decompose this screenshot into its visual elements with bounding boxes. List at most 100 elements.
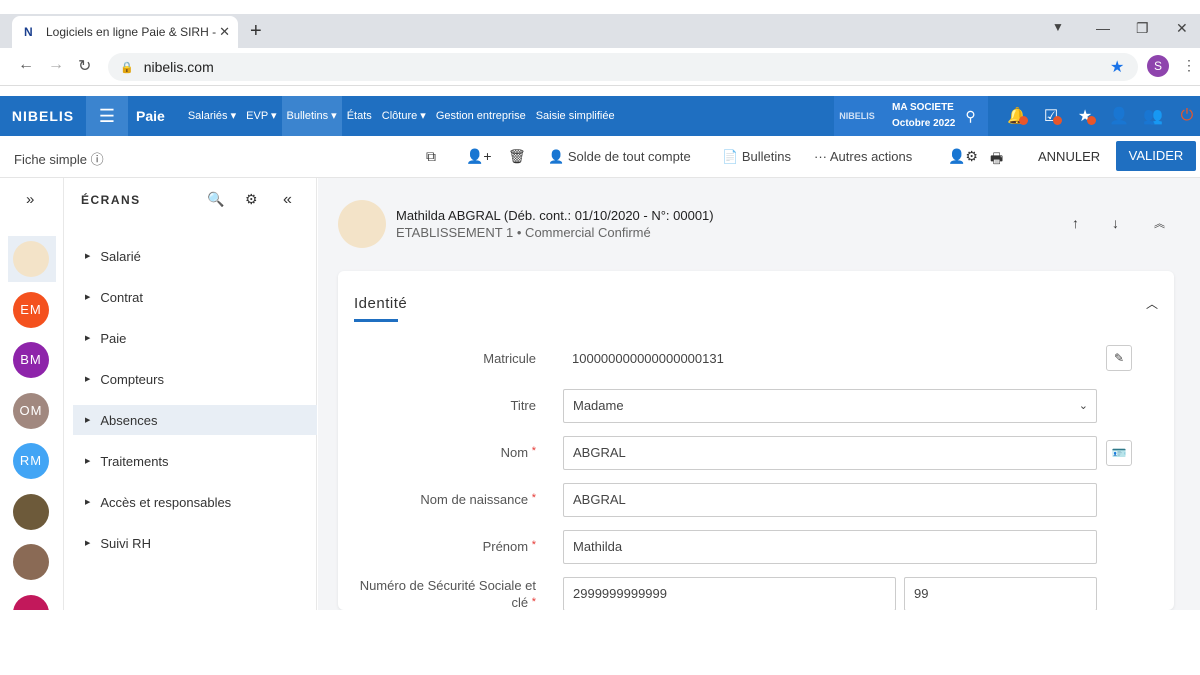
valider-button[interactable]: VALIDER (1116, 141, 1196, 171)
menu-gestion-entreprise[interactable]: Gestion entreprise (431, 96, 531, 136)
profile-dropdown-icon[interactable]: ▼ (1052, 20, 1064, 34)
period: Octobre 2022 (892, 118, 956, 129)
matricule-label: Matricule (483, 351, 536, 366)
caret-icon: ▶ (85, 294, 91, 301)
bookmark-star-icon[interactable]: ★ (1110, 57, 1124, 77)
users-icon[interactable]: 👥 (1136, 106, 1170, 126)
matricule-value: 100000000000000000131 (572, 351, 724, 366)
bulletins-button[interactable]: 📄 Bulletins (722, 149, 791, 165)
screen-compteurs[interactable]: ▶ Compteurs (73, 364, 317, 394)
user-settings-icon[interactable]: 👤⚙ (948, 148, 978, 165)
browser-menu-icon[interactable]: ⋮ (1182, 57, 1196, 74)
screen-absences[interactable]: ▶ Absences (73, 405, 317, 435)
favorites-icon[interactable]: ★ (1068, 106, 1102, 126)
nibelis-logo[interactable]: NIBELIS (0, 108, 86, 124)
address-bar-row: ← → ↻ 🔒 nibelis.com ★ ⋮ (0, 48, 1200, 86)
nss-key-field[interactable]: 99 (904, 577, 1097, 611)
add-person-icon[interactable]: 👤+ (466, 148, 492, 165)
fiche-simple-label[interactable]: Fiche simple ⓘ (14, 149, 104, 168)
forward-icon[interactable]: → (48, 56, 64, 74)
avatar-photo-2[interactable] (13, 544, 49, 580)
screen-traitements[interactable]: ▶ Traitements (73, 446, 317, 476)
back-icon[interactable]: ← (18, 56, 34, 74)
notifications-icon[interactable]: 🔔 (1000, 106, 1034, 126)
browser-tab-strip: N Logiciels en ligne Paie & SIRH - N ✕ +… (0, 14, 1200, 48)
duplicate-icon[interactable]: ⧉ (426, 148, 436, 165)
caret-icon: ▶ (85, 458, 91, 465)
restore-icon[interactable]: ❐ (1136, 20, 1149, 37)
id-card-icon[interactable]: 🪪 (1106, 440, 1132, 466)
solde-tout-compte-button[interactable]: 👤 Solde de tout compte (548, 149, 691, 165)
profile-avatar[interactable]: S (1147, 55, 1169, 77)
nss-label: Numéro de Sécurité Sociale et clé * (359, 578, 536, 610)
gear-icon[interactable]: ⚙ (245, 191, 258, 208)
employee-avatar (338, 200, 386, 248)
avatar-mathilda[interactable] (13, 241, 49, 277)
hamburger-menu-icon[interactable]: ☰ (86, 96, 128, 136)
caret-icon: ▶ (85, 499, 91, 506)
new-tab-icon[interactable]: + (250, 20, 262, 43)
nom-naissance-field[interactable]: ABGRAL (563, 483, 1097, 517)
minimize-icon[interactable]: — (1096, 20, 1110, 36)
chevron-up-icon[interactable]: ︿ (1146, 295, 1158, 312)
caret-icon: ▶ (85, 253, 91, 260)
print-icon[interactable]: 🖶 (990, 148, 1003, 172)
employee-name: Mathilda ABGRAL (Déb. cont.: 01/10/2020 … (396, 208, 714, 223)
screen-acces-responsables[interactable]: ▶ Accès et responsables (73, 487, 317, 517)
screens-panel: ÉCRANS 🔍 ⚙ « ▶ Salarié ▶ Contrat ▶ Paie ▶ Co… (65, 178, 317, 610)
menu-salaries[interactable]: Salariés ▾ (183, 96, 241, 136)
prenom-field[interactable]: Mathilda (563, 530, 1097, 564)
collapse-all-icon[interactable]: ︽ (1154, 215, 1165, 231)
avatar-bm[interactable]: BM (13, 342, 49, 378)
menu-cloture[interactable]: Clôture ▾ (377, 96, 431, 136)
nss-field[interactable]: 2999999999999 (563, 577, 896, 611)
menu-bulletins[interactable]: Bulletins ▾ (281, 96, 342, 136)
close-window-icon[interactable]: ✕ (1176, 20, 1188, 37)
caret-icon: ▶ (85, 376, 91, 383)
reload-icon[interactable]: ↻ (78, 56, 91, 76)
screen-suivi-rh[interactable]: ▶ Suivi RH (73, 528, 317, 558)
user-icon[interactable]: 👤 (1102, 106, 1136, 126)
browser-tab[interactable]: N Logiciels en ligne Paie & SIRH - N ✕ (12, 16, 238, 48)
chevron-down-icon: ⌄ (1078, 400, 1088, 412)
annuler-button[interactable]: ANNULER (1038, 149, 1100, 164)
tasks-icon[interactable]: ☑ (1034, 106, 1068, 126)
search-icon[interactable]: 🔍 (207, 191, 224, 208)
nom-field[interactable]: ABGRAL (563, 436, 1097, 470)
prenom-label: Prénom * (482, 539, 536, 554)
url-field[interactable]: 🔒 nibelis.com (108, 53, 1138, 81)
titre-label: Titre (510, 398, 536, 413)
screen-salarie[interactable]: ▶ Salarié (73, 241, 317, 271)
avatar-om[interactable]: OM (13, 393, 49, 429)
edit-pencil-icon[interactable]: ✎ (1106, 345, 1132, 371)
employee-subtitle: ETABLISSEMENT 1 • Commercial Confirmé (396, 225, 651, 240)
screen-contrat[interactable]: ▶ Contrat (73, 282, 317, 312)
collapse-icon[interactable]: « (283, 191, 292, 209)
titre-select[interactable]: Madame ⌄ (563, 389, 1097, 423)
app-name[interactable]: Paie (136, 108, 165, 124)
nom-naissance-label: Nom de naissance * (420, 492, 536, 507)
close-tab-icon[interactable]: ✕ (219, 24, 230, 40)
avatar-photo-1[interactable] (13, 494, 49, 530)
menu-saisie-simplifiee[interactable]: Saisie simplifiée (531, 96, 620, 136)
delete-icon[interactable]: 🗑 (508, 148, 526, 165)
avatar-rm[interactable]: RM (13, 443, 49, 479)
power-icon[interactable]: ⏻ (1170, 107, 1200, 125)
blank-footer (0, 610, 1200, 675)
screen-paie[interactable]: ▶ Paie (73, 323, 317, 353)
expand-icon[interactable]: » (26, 191, 34, 208)
caret-icon: ▶ (85, 540, 91, 547)
company-selector[interactable]: NIBELIS MA SOCIETE Octobre 2022 ⚲ (834, 96, 988, 136)
menu-evp[interactable]: EVP ▾ (241, 96, 281, 136)
autres-actions-button[interactable]: ··· Autres actions (814, 149, 912, 164)
employee-list-column: » EM BM OM RM (0, 178, 64, 631)
navbar-icons: 🔔 ☑ ★ 👤 👥 ⏻ (1000, 96, 1200, 136)
url-text: nibelis.com (143, 59, 214, 75)
nom-label: Nom * (500, 445, 536, 460)
company-logo: NIBELIS (839, 111, 875, 121)
menu-etats[interactable]: États (342, 96, 377, 136)
arrow-down-icon[interactable]: ↓ (1112, 215, 1119, 231)
org-chart-icon: ⚲ (965, 107, 976, 124)
avatar-em[interactable]: EM (13, 292, 49, 328)
arrow-up-icon[interactable]: ↑ (1072, 215, 1079, 231)
